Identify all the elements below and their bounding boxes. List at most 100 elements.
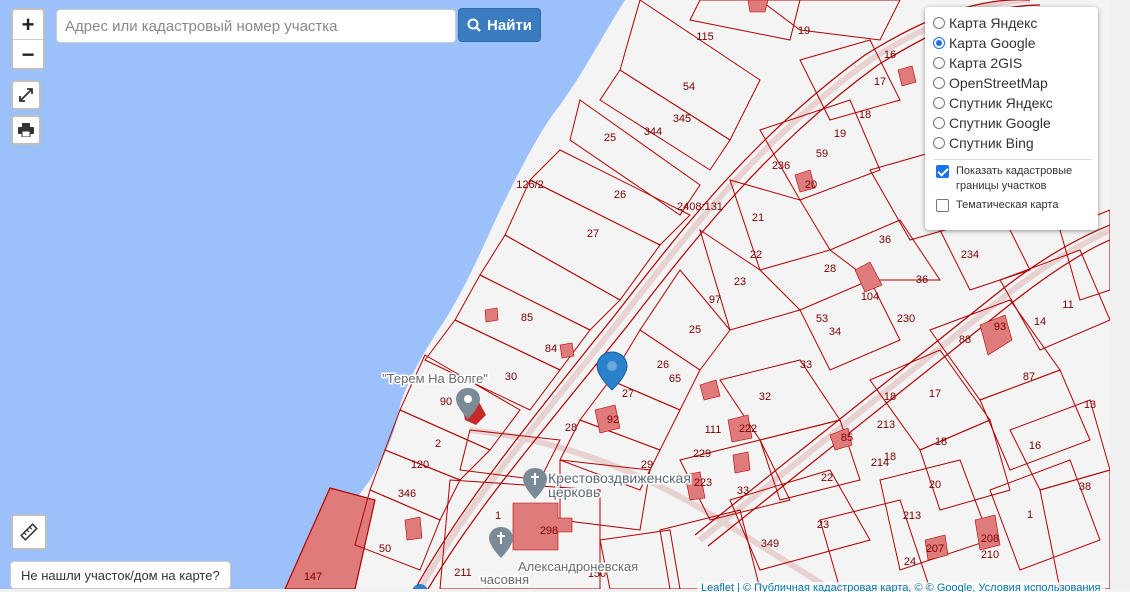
parcel-number-label: 18 xyxy=(935,436,947,448)
radio-button[interactable] xyxy=(933,137,945,149)
poi-chapel-label-line2: часовня xyxy=(480,572,529,587)
parcel-number-label: 25 xyxy=(604,132,616,144)
not-found-button[interactable]: Не нашли участок/дом на карте? xyxy=(10,561,231,589)
checkbox[interactable] xyxy=(936,199,949,212)
parcel-number-label: 17 xyxy=(874,76,886,88)
measure-button[interactable] xyxy=(11,514,47,550)
attribution-text[interactable]: Leaflet | © Публичная кадастровая карта,… xyxy=(701,582,1101,592)
parcel-number-label: 84 xyxy=(545,343,557,355)
scrollbar-track xyxy=(1110,0,1130,589)
radio-button[interactable] xyxy=(933,17,945,29)
parcel-number-label: 13 xyxy=(1084,399,1096,411)
print-button[interactable] xyxy=(11,115,41,145)
parcel-number-label: 53 xyxy=(816,313,828,325)
layer-option-label: Карта 2GIS xyxy=(949,55,1023,71)
parcel-number-label: 1 xyxy=(1027,509,1033,521)
parcel-number-label: 97 xyxy=(709,294,721,306)
radio-button[interactable] xyxy=(933,117,945,129)
search-button[interactable]: Найти xyxy=(458,8,541,42)
radio-button[interactable] xyxy=(933,97,945,109)
parcel-number-label: 111 xyxy=(705,424,722,436)
parcel-number-label: 208 xyxy=(981,533,999,545)
parcel-number-label: 23 xyxy=(817,519,829,531)
parcel-number-label: 25 xyxy=(689,324,701,336)
layer-option-1[interactable]: Карта Google xyxy=(933,33,1092,53)
map-attribution: Leaflet | © Публичная кадастровая карта,… xyxy=(697,582,1105,592)
layer-checkbox-label: Показать кадастровые границы участков xyxy=(956,165,1073,192)
parcel-number-label: 28 xyxy=(565,422,577,434)
layer-option-label: OpenStreetMap xyxy=(949,75,1048,91)
parcel-number-label: 59 xyxy=(816,148,828,160)
parcel-number-label: 18 xyxy=(884,391,896,403)
parcel-number-label: 230 xyxy=(897,313,915,325)
layer-option-4[interactable]: Спутник Яндекс xyxy=(933,93,1092,113)
parcel-number-label: 115 xyxy=(696,31,714,43)
parcel-number-label: 27 xyxy=(622,388,634,400)
parcel-number-label: 27 xyxy=(587,228,599,240)
parcel-number-label: 23 xyxy=(734,276,746,288)
layer-option-6[interactable]: Спутник Bing xyxy=(933,133,1092,153)
zoom-in-button[interactable]: + xyxy=(13,10,43,40)
layer-option-label: Спутник Яндекс xyxy=(949,95,1053,111)
parcel-number-label: 213 xyxy=(903,510,921,522)
parcel-number-label: 104 xyxy=(861,291,879,303)
layer-option-2[interactable]: Карта 2GIS xyxy=(933,53,1092,73)
poi-terem-label: "Терем На Волге" xyxy=(382,371,488,386)
printer-icon xyxy=(18,123,34,137)
parcel-number-label: 28 xyxy=(824,263,836,275)
search-icon xyxy=(467,18,481,32)
layer-switcher: Карта Яндекс Карта Google Карта 2GIS OpenSt… xyxy=(925,7,1098,230)
layer-option-label: Спутник Bing xyxy=(949,135,1034,151)
search-button-label: Найти xyxy=(487,16,532,34)
parcel-number-label: 22 xyxy=(821,472,833,484)
fullscreen-button[interactable] xyxy=(11,80,41,110)
parcel-number-label: 211 xyxy=(454,567,472,579)
search-input[interactable] xyxy=(56,9,456,43)
expand-icon xyxy=(19,88,33,102)
parcel-number-label: 1 xyxy=(495,510,501,522)
checkbox[interactable] xyxy=(936,165,949,178)
parcel-number-label: 2 xyxy=(435,438,441,450)
poi-chapel-label-line1: Александроневская xyxy=(518,559,638,574)
layer-option-label: Карта Google xyxy=(949,35,1036,51)
parcel-number-label: 18 xyxy=(859,109,871,121)
layer-divider xyxy=(933,159,1092,160)
parcel-number-label: 234 xyxy=(961,249,979,261)
parcel-number-label: 20 xyxy=(805,179,817,191)
parcel-number-label: 344 xyxy=(644,126,662,138)
layer-option-0[interactable]: Карта Яндекс xyxy=(933,13,1092,33)
radio-button[interactable] xyxy=(933,37,945,49)
parcel-number-label: 88 xyxy=(959,334,971,346)
parcel-number-label: 90 xyxy=(440,396,452,408)
parcel-number-label: 93 xyxy=(994,321,1006,333)
layer-checkbox-row-1[interactable]: Тематическая карта xyxy=(933,198,1092,213)
parcel-number-label: 21 xyxy=(752,212,764,224)
parcel-number-label: 85 xyxy=(521,312,533,324)
parcel-number-label: 85 xyxy=(841,432,853,444)
parcel-number-label: 11 xyxy=(1062,299,1073,311)
parcel-number-label: 22 xyxy=(750,249,762,261)
radio-button[interactable] xyxy=(933,57,945,69)
parcel-number-label: 345 xyxy=(673,113,691,125)
layer-option-3[interactable]: OpenStreetMap xyxy=(933,73,1092,93)
parcel-number-label: 213 xyxy=(877,419,895,431)
parcel-number-label: 207 xyxy=(926,543,944,555)
radio-button[interactable] xyxy=(933,77,945,89)
parcel-number-label: 33 xyxy=(800,359,812,371)
layer-checkbox-label: Тематическая карта xyxy=(956,199,1059,211)
zoom-out-button[interactable]: − xyxy=(13,40,43,69)
parcel-number-label: 54 xyxy=(683,81,695,93)
parcel-number-label: 16 xyxy=(1029,440,1041,452)
parcel-number-label: 181 xyxy=(0,0,9,3)
layer-option-5[interactable]: Спутник Google xyxy=(933,113,1092,133)
parcel-number-label: 126/2 xyxy=(516,179,544,191)
parcel-number-label: 223 xyxy=(694,477,712,489)
parcel-number-label: 30 xyxy=(505,371,517,383)
layer-checkbox-row-0[interactable]: Показать кадастровые границы участков xyxy=(933,164,1092,194)
parcel-number-label: 34 xyxy=(829,326,841,338)
parcel-number-label: 87 xyxy=(1023,371,1035,383)
parcel-number-label: 236 xyxy=(772,160,790,172)
layer-option-label: Карта Яндекс xyxy=(949,15,1038,31)
parcel-number-label: 222 xyxy=(739,423,757,435)
parcel-number-label: 147 xyxy=(304,571,322,583)
